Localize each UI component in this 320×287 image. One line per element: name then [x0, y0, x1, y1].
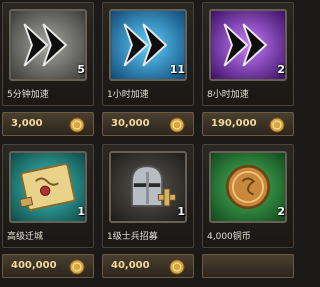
item-name: 1级士兵招募 [107, 232, 158, 242]
shop-item-1h-speedup[interactable]: 11 1小时加速 30,000 [102, 2, 194, 140]
scroll-map-icon [9, 151, 87, 223]
item-name: 8小时加速 [207, 90, 249, 100]
shop-item-advanced-relocate[interactable]: 1 高级迁城 400,000 [2, 144, 94, 282]
buy-button[interactable]: 30,000 [102, 112, 194, 136]
shop-grid: 5 5分钟加速 3,000 11 1小时加速 30,000 2 8小时加速 19… [0, 0, 294, 287]
item-tile[interactable]: 5 5分钟加速 [2, 2, 94, 106]
gold-coin-icon [169, 259, 185, 275]
shop-item-5min-speedup[interactable]: 5 5分钟加速 3,000 [2, 2, 94, 140]
item-tile[interactable]: 1 高级迁城 [2, 144, 94, 248]
price-value: 30,000 [111, 118, 150, 129]
price-value: 400,000 [11, 260, 57, 271]
item-tile[interactable]: 11 1小时加速 [102, 2, 194, 106]
item-quantity: 1 [177, 205, 185, 218]
item-name: 5分钟加速 [7, 90, 49, 100]
buy-button[interactable]: 40,000 [102, 254, 194, 278]
shop-item-8h-speedup[interactable]: 2 8小时加速 190,000 [202, 2, 294, 140]
green-coin-icon [209, 151, 287, 223]
gold-coin-icon [69, 117, 85, 133]
item-tile[interactable]: 2 4,000铜币 [202, 144, 294, 248]
item-quantity: 2 [277, 63, 285, 76]
item-name: 4,000铜币 [207, 232, 251, 242]
item-quantity: 11 [169, 63, 185, 76]
shop-item-soldier-recruit[interactable]: 1 1级士兵招募 40,000 [102, 144, 194, 282]
price-value: 190,000 [211, 118, 257, 129]
item-tile[interactable]: 1 1级士兵招募 [102, 144, 194, 248]
knight-helmet-plus-icon [109, 151, 187, 223]
item-name: 1小时加速 [107, 90, 149, 100]
gold-coin-icon [269, 117, 285, 133]
price-value: 3,000 [11, 118, 43, 129]
item-name: 高级迁城 [7, 232, 44, 242]
buy-button[interactable]: 190,000 [202, 112, 294, 136]
speedup-arrow-gray-icon [9, 9, 87, 81]
item-quantity: 5 [77, 63, 85, 76]
item-quantity: 1 [77, 205, 85, 218]
gold-coin-icon [169, 117, 185, 133]
speedup-arrow-purple-icon [209, 9, 287, 81]
item-quantity: 2 [277, 205, 285, 218]
item-tile[interactable]: 2 8小时加速 [202, 2, 294, 106]
buy-button[interactable] [202, 254, 294, 278]
buy-button[interactable]: 400,000 [2, 254, 94, 278]
price-value: 40,000 [111, 260, 150, 271]
gold-coin-icon [69, 259, 85, 275]
shop-item-copper-coins[interactable]: 2 4,000铜币 [202, 144, 294, 282]
buy-button[interactable]: 3,000 [2, 112, 94, 136]
